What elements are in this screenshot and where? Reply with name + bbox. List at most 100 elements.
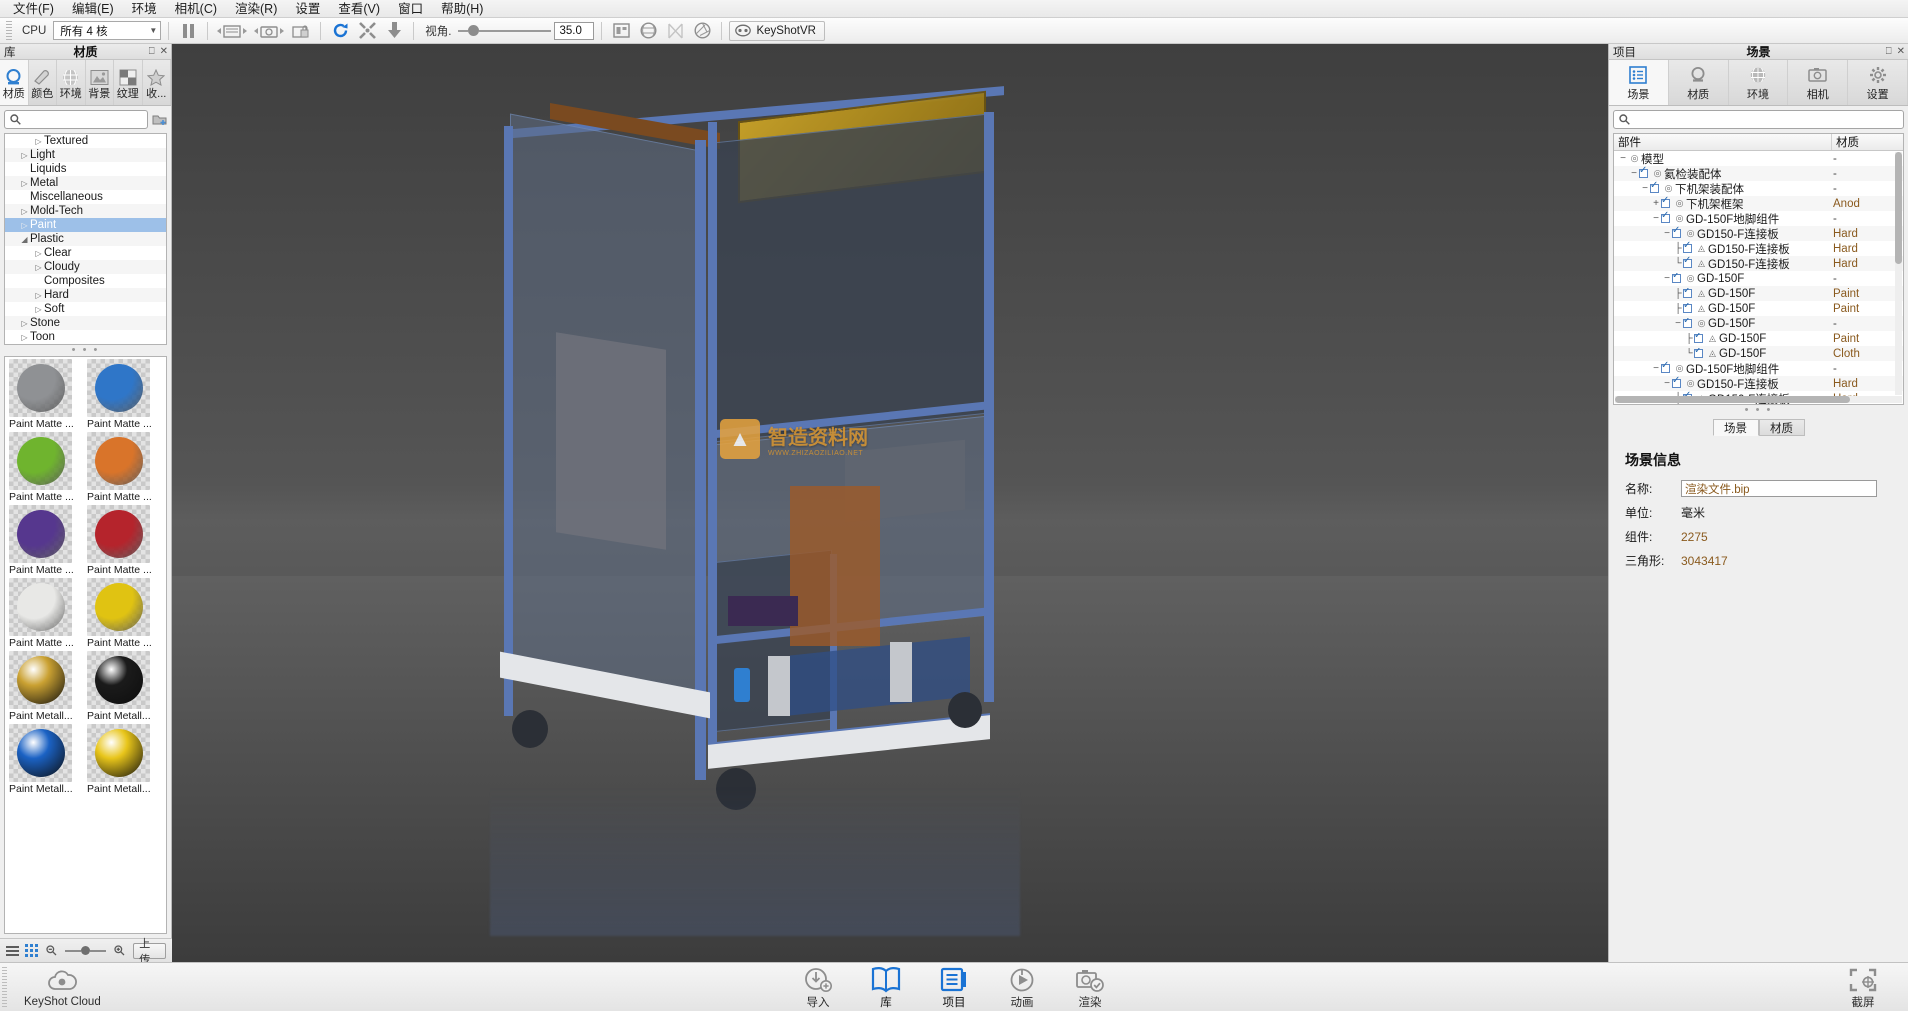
material-swatch[interactable]: Paint Matte ... bbox=[9, 359, 87, 431]
scene-tree-row[interactable]: −◎GD-150F- bbox=[1614, 316, 1903, 331]
detach-icon[interactable]: ⎕ bbox=[149, 46, 155, 57]
chevron-right-icon[interactable]: ▷ bbox=[19, 179, 30, 188]
visibility-checkbox[interactable] bbox=[1661, 214, 1670, 223]
library-search-box[interactable] bbox=[4, 110, 148, 129]
scene-tree-row[interactable]: −◎GD150-F连接板Hard bbox=[1614, 376, 1903, 391]
tab-scene[interactable]: 场景 bbox=[1609, 60, 1669, 105]
scene-tree-hscrollbar[interactable] bbox=[1615, 396, 1902, 403]
project-search-input[interactable] bbox=[1635, 114, 1903, 126]
tab-settings[interactable]: 设置 bbox=[1848, 60, 1908, 105]
library-tab-textures[interactable]: 纹理 bbox=[114, 60, 143, 105]
tab-environment[interactable]: 环境 bbox=[1729, 60, 1789, 105]
chevron-right-icon[interactable]: ▷ bbox=[19, 319, 30, 328]
screenshot-button[interactable]: 截屏 bbox=[1618, 965, 1908, 1010]
material-swatch[interactable]: Paint Metall... bbox=[87, 651, 165, 723]
collapse-icon[interactable]: − bbox=[1640, 183, 1650, 194]
scene-tree-row[interactable]: └◬GD-150FCloth bbox=[1614, 346, 1903, 361]
visibility-checkbox[interactable] bbox=[1672, 379, 1681, 388]
subtab-scene[interactable]: 场景 bbox=[1713, 419, 1759, 436]
visibility-checkbox[interactable] bbox=[1672, 274, 1681, 283]
keyshot-cloud-button[interactable]: KeyShot Cloud bbox=[0, 967, 290, 1008]
visibility-checkbox[interactable] bbox=[1650, 184, 1659, 193]
chevron-right-icon[interactable]: ▷ bbox=[33, 137, 44, 146]
angle-slider-knob[interactable] bbox=[468, 25, 479, 36]
library-tree-item[interactable]: ▷Paint bbox=[5, 218, 166, 232]
chevron-right-icon[interactable]: ▷ bbox=[33, 263, 44, 272]
library-search-input[interactable] bbox=[25, 114, 147, 126]
chevron-right-icon[interactable]: ▷ bbox=[33, 249, 44, 258]
scene-tree-row[interactable]: ├◬GD-150FPaint bbox=[1614, 286, 1903, 301]
material-category-tree[interactable]: ▷Textured▷LightLiquids▷MetalMiscellaneou… bbox=[4, 133, 167, 345]
material-swatch[interactable]: Paint Matte ... bbox=[87, 505, 165, 577]
list-view-icon[interactable] bbox=[6, 946, 19, 956]
menu-file[interactable]: 文件(F) bbox=[4, 0, 63, 18]
visibility-checkbox[interactable] bbox=[1672, 229, 1681, 238]
tab-material[interactable]: 材质 bbox=[1669, 60, 1729, 105]
menu-view[interactable]: 查看(V) bbox=[329, 0, 389, 18]
scene-tree[interactable]: 部件 材质 −◎模型-−◎氦检装配体-−◎下机架装配体-+◎下机架框架Anod−… bbox=[1613, 133, 1904, 405]
library-tree-item[interactable]: ▷Soft bbox=[5, 302, 166, 316]
expand-icon[interactable]: + bbox=[1651, 198, 1661, 209]
scene-tree-row[interactable]: −◎GD-150F地脚组件- bbox=[1614, 211, 1903, 226]
lock-camera-button[interactable] bbox=[289, 20, 313, 42]
visibility-checkbox[interactable] bbox=[1694, 334, 1703, 343]
zoom-out-icon[interactable] bbox=[44, 943, 59, 959]
material-swatch-panel[interactable]: Paint Matte ...Paint Matte ...Paint Matt… bbox=[4, 356, 167, 934]
chevron-right-icon[interactable]: ▷ bbox=[19, 151, 30, 160]
chevron-right-icon[interactable]: ▷ bbox=[19, 207, 30, 216]
scene-name-input[interactable]: 渲染文件.bip bbox=[1681, 480, 1877, 497]
scene-tree-row[interactable]: −◎GD150-F连接板Hard bbox=[1614, 226, 1903, 241]
scene-tree-row[interactable]: ├◬GD-150FPaint bbox=[1614, 331, 1903, 346]
collapse-icon[interactable]: − bbox=[1662, 273, 1672, 284]
angle-input[interactable]: 35.0 bbox=[554, 22, 594, 40]
library-tab-favorites[interactable]: 收... bbox=[143, 60, 172, 105]
split-view-button[interactable] bbox=[609, 20, 633, 42]
render-button[interactable]: 渲染 bbox=[1069, 965, 1111, 1010]
visibility-checkbox[interactable] bbox=[1683, 319, 1692, 328]
material-swatch[interactable]: Paint Matte ... bbox=[87, 432, 165, 504]
menu-settings[interactable]: 设置 bbox=[286, 0, 329, 18]
library-tree-item[interactable]: ▷Toon bbox=[5, 330, 166, 344]
material-swatch[interactable]: Paint Matte ... bbox=[9, 505, 87, 577]
cpu-cores-select[interactable]: 所有 4 核 ▼ bbox=[53, 21, 161, 40]
refresh-button[interactable] bbox=[328, 20, 352, 42]
library-tree-item[interactable]: Composites bbox=[5, 274, 166, 288]
visibility-checkbox[interactable] bbox=[1694, 349, 1703, 358]
tab-camera[interactable]: 相机 bbox=[1788, 60, 1848, 105]
scene-tree-row[interactable]: −◎模型- bbox=[1614, 151, 1903, 166]
library-tree-item[interactable]: Liquids bbox=[5, 162, 166, 176]
collapse-icon[interactable]: − bbox=[1618, 153, 1628, 164]
scene-tree-vscrollbar[interactable] bbox=[1895, 152, 1902, 395]
camera-button[interactable] bbox=[252, 20, 286, 42]
visibility-checkbox[interactable] bbox=[1683, 259, 1692, 268]
material-swatch[interactable]: Paint Metall... bbox=[9, 724, 87, 796]
scene-tree-row[interactable]: └◬GD150-F连接板Hard bbox=[1614, 256, 1903, 271]
chevron-right-icon[interactable]: ▷ bbox=[33, 305, 44, 314]
subtab-material[interactable]: 材质 bbox=[1759, 419, 1805, 436]
scene-tree-row[interactable]: ├◬GD-150FPaint bbox=[1614, 301, 1903, 316]
library-tree-item[interactable]: ▷Mold-Tech bbox=[5, 204, 166, 218]
collapse-icon[interactable]: − bbox=[1673, 318, 1683, 329]
animation-button[interactable]: 动画 bbox=[1001, 965, 1043, 1010]
pause-button[interactable] bbox=[176, 20, 200, 42]
library-tree-item[interactable]: ▷Cloudy bbox=[5, 260, 166, 274]
library-tree-item[interactable]: ◢Plastic bbox=[5, 232, 166, 246]
material-swatch[interactable]: Paint Metall... bbox=[9, 651, 87, 723]
collapse-icon[interactable]: − bbox=[1662, 378, 1672, 389]
library-tree-item[interactable]: ▷Textured bbox=[5, 134, 166, 148]
collapse-icon[interactable]: − bbox=[1629, 168, 1639, 179]
chevron-right-icon[interactable]: ▷ bbox=[33, 291, 44, 300]
chevron-right-icon[interactable]: ▷ bbox=[19, 221, 30, 230]
library-tab-materials[interactable]: 材质 bbox=[0, 60, 29, 105]
library-tab-environments[interactable]: 环境 bbox=[57, 60, 86, 105]
material-swatch[interactable]: Paint Metall... bbox=[87, 724, 165, 796]
nurbs-button[interactable] bbox=[663, 20, 687, 42]
material-swatch[interactable]: Paint Matte ... bbox=[87, 359, 165, 431]
tree-branch-icon[interactable]: ├ bbox=[1673, 288, 1683, 299]
library-button[interactable]: 库 bbox=[865, 965, 907, 1010]
visibility-checkbox[interactable] bbox=[1661, 199, 1670, 208]
chevron-right-icon[interactable]: ▷ bbox=[19, 333, 30, 342]
tree-branch-icon[interactable]: ├ bbox=[1684, 333, 1694, 344]
chevron-down-icon[interactable]: ◢ bbox=[19, 235, 30, 244]
tree-branch-icon[interactable]: ├ bbox=[1673, 243, 1683, 254]
